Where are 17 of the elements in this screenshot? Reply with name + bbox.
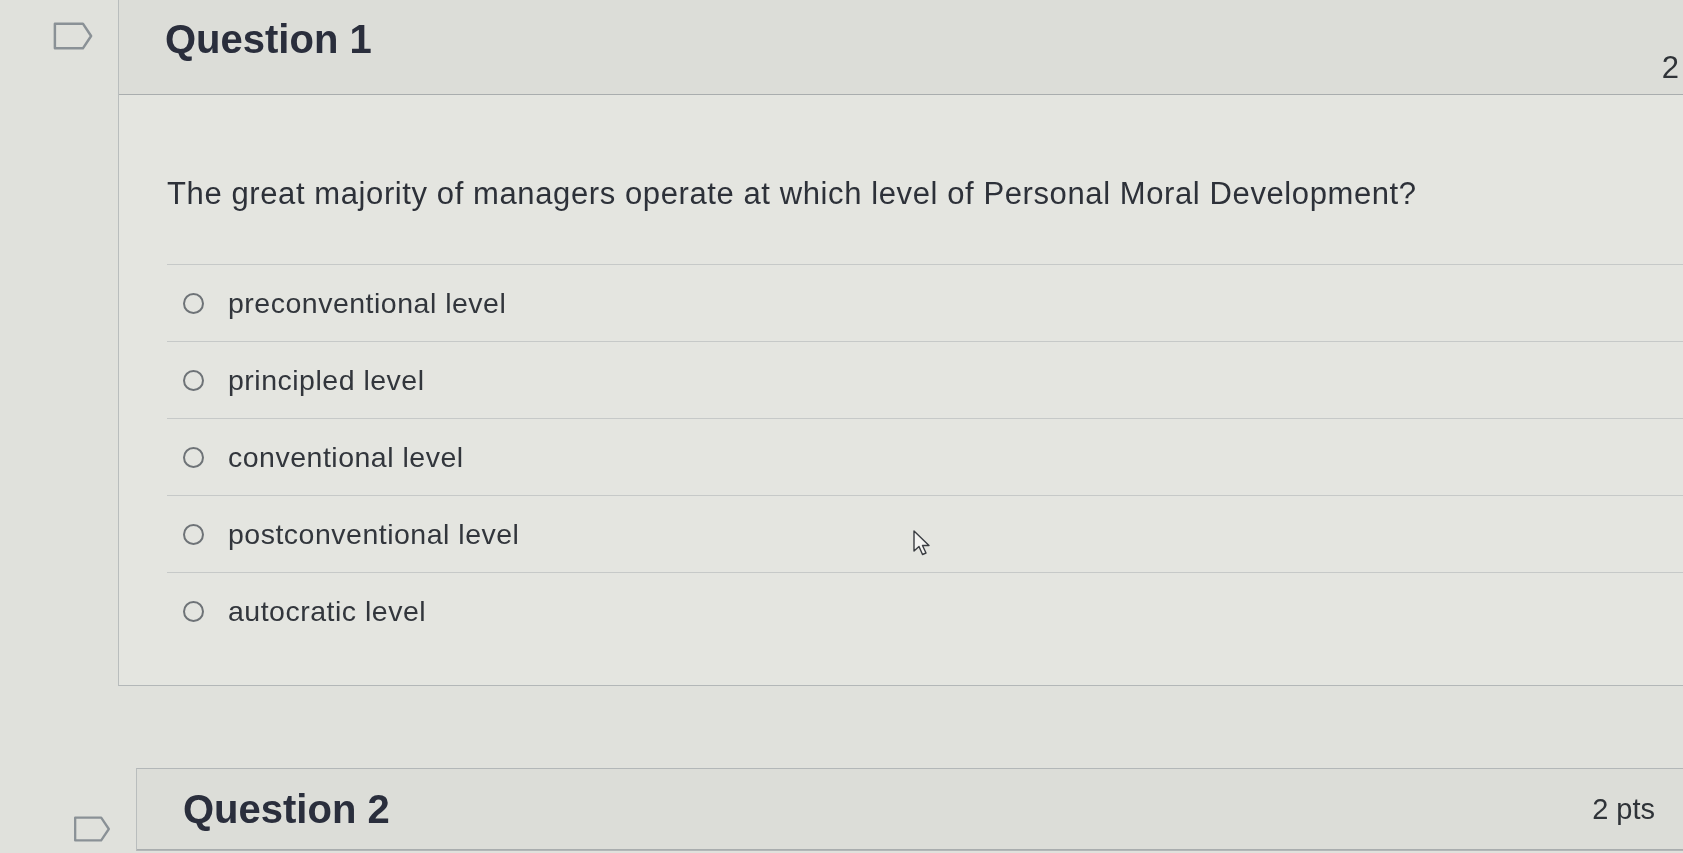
radio-button[interactable]	[183, 523, 204, 545]
question-text: The great majority of managers operate at which level of Personal Moral Development?	[167, 175, 1418, 213]
answer-label[interactable]: postconventional level	[228, 517, 520, 551]
mouse-pointer-icon	[913, 530, 931, 556]
points-label: 2	[1661, 50, 1679, 86]
answer-label[interactable]: principled level	[228, 363, 425, 397]
radio-button[interactable]	[183, 600, 204, 622]
answer-label[interactable]: autocratic level	[228, 594, 427, 628]
radio-button[interactable]	[183, 292, 204, 314]
points-label: 2 pts	[1592, 793, 1656, 826]
question-title: Question 2	[183, 786, 390, 832]
answer-label[interactable]: conventional level	[228, 440, 464, 474]
answer-label[interactable]: preconventional level	[228, 286, 507, 320]
flag-icon[interactable]	[72, 816, 112, 842]
radio-button[interactable]	[183, 446, 204, 468]
question-title: Question 1	[165, 17, 372, 62]
radio-button[interactable]	[183, 369, 204, 391]
